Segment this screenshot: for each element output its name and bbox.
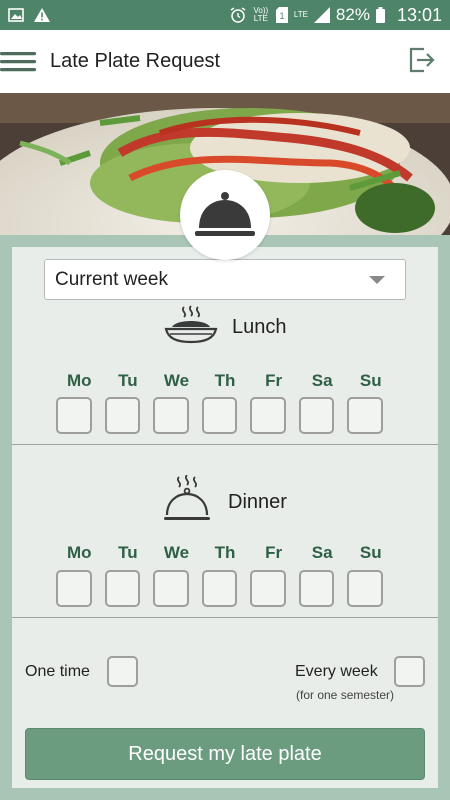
alarm-icon [230,7,246,23]
one-time-label: One time [25,663,90,680]
dinner-header: Dinner [162,474,287,530]
app-bar: Late Plate Request [0,30,450,93]
logout-icon[interactable] [408,46,436,74]
chevron-down-icon [369,276,385,284]
lunch-checkbox-fr[interactable] [250,397,286,434]
dinner-day-th: Th [214,543,236,562]
lunch-day-tu: Tu [118,371,138,390]
divider [12,444,438,445]
volte-icon: Vo)) LTE [253,6,269,23]
request-late-plate-button[interactable]: Request my late plate [25,728,425,780]
lunch-day-sa: Sa [311,371,333,390]
battery-icon [375,7,385,23]
lunch-checkboxes [56,397,396,434]
lunch-checkbox-sa[interactable] [298,397,335,434]
dinner-checkbox-su[interactable] [347,570,384,607]
lunch-day-mo: Mo [67,371,92,390]
every-week-checkbox[interactable] [394,656,425,687]
lunch-checkbox-th[interactable] [201,397,238,434]
lunch-checkbox-su[interactable] [347,397,384,434]
every-week-note: (for one semester) [296,688,395,702]
page-title: Late Plate Request [50,50,221,72]
lunch-header: Lunch [162,305,287,350]
battery-percent: 82% [335,5,370,24]
dinner-checkbox-sa[interactable] [298,570,335,607]
warning-icon [34,8,50,22]
dinner-label: Dinner [228,491,287,513]
lte-signal-icon: LTE [293,10,308,19]
lunch-day-we: We [163,371,190,390]
dinner-checkbox-mo[interactable] [56,570,92,607]
status-bar: Vo)) LTE 1 LTE 82% 13:01 [0,0,450,30]
late-plate-logo [180,170,270,260]
every-week-label: Every week [295,663,378,680]
hamburger-menu-icon[interactable] [0,30,42,93]
cloche-icon [195,192,255,236]
lunch-day-su: Su [359,371,382,390]
dinner-day-mo: Mo [67,543,92,562]
signal-icon [313,7,330,23]
week-dropdown[interactable]: Current week [44,259,406,300]
dinner-checkbox-th[interactable] [201,570,238,607]
request-form-card: Current week Lunch Mo Tu We Th Fr Sa Su [12,247,438,788]
dinner-day-labels: Mo Tu We Th Fr Sa Su [55,543,395,563]
dinner-checkboxes [56,570,396,607]
dinner-day-fr: Fr [265,543,283,562]
dinner-checkbox-fr[interactable] [250,570,286,607]
lunch-checkbox-mo[interactable] [56,397,92,434]
dinner-day-tu: Tu [118,543,138,562]
lunch-day-fr: Fr [265,371,283,390]
divider [12,617,438,618]
week-dropdown-value: Current week [55,268,168,290]
svg-text:1: 1 [279,11,284,21]
cloche-icon [162,474,212,530]
lunch-checkbox-we[interactable] [153,397,189,434]
image-icon [8,8,24,22]
clock: 13:01 [396,4,442,25]
one-time-checkbox[interactable] [107,656,138,687]
rice-bowl-icon [162,305,220,350]
dinner-checkbox-tu[interactable] [104,570,141,607]
lunch-label: Lunch [232,316,287,338]
dinner-day-su: Su [359,543,382,562]
dinner-day-we: We [163,543,190,562]
lunch-checkbox-tu[interactable] [104,397,141,434]
sim-icon: 1 [275,7,288,23]
dinner-day-sa: Sa [311,543,333,562]
dinner-checkbox-we[interactable] [153,570,189,607]
lunch-day-th: Th [214,371,236,390]
lunch-day-labels: Mo Tu We Th Fr Sa Su [55,371,395,391]
